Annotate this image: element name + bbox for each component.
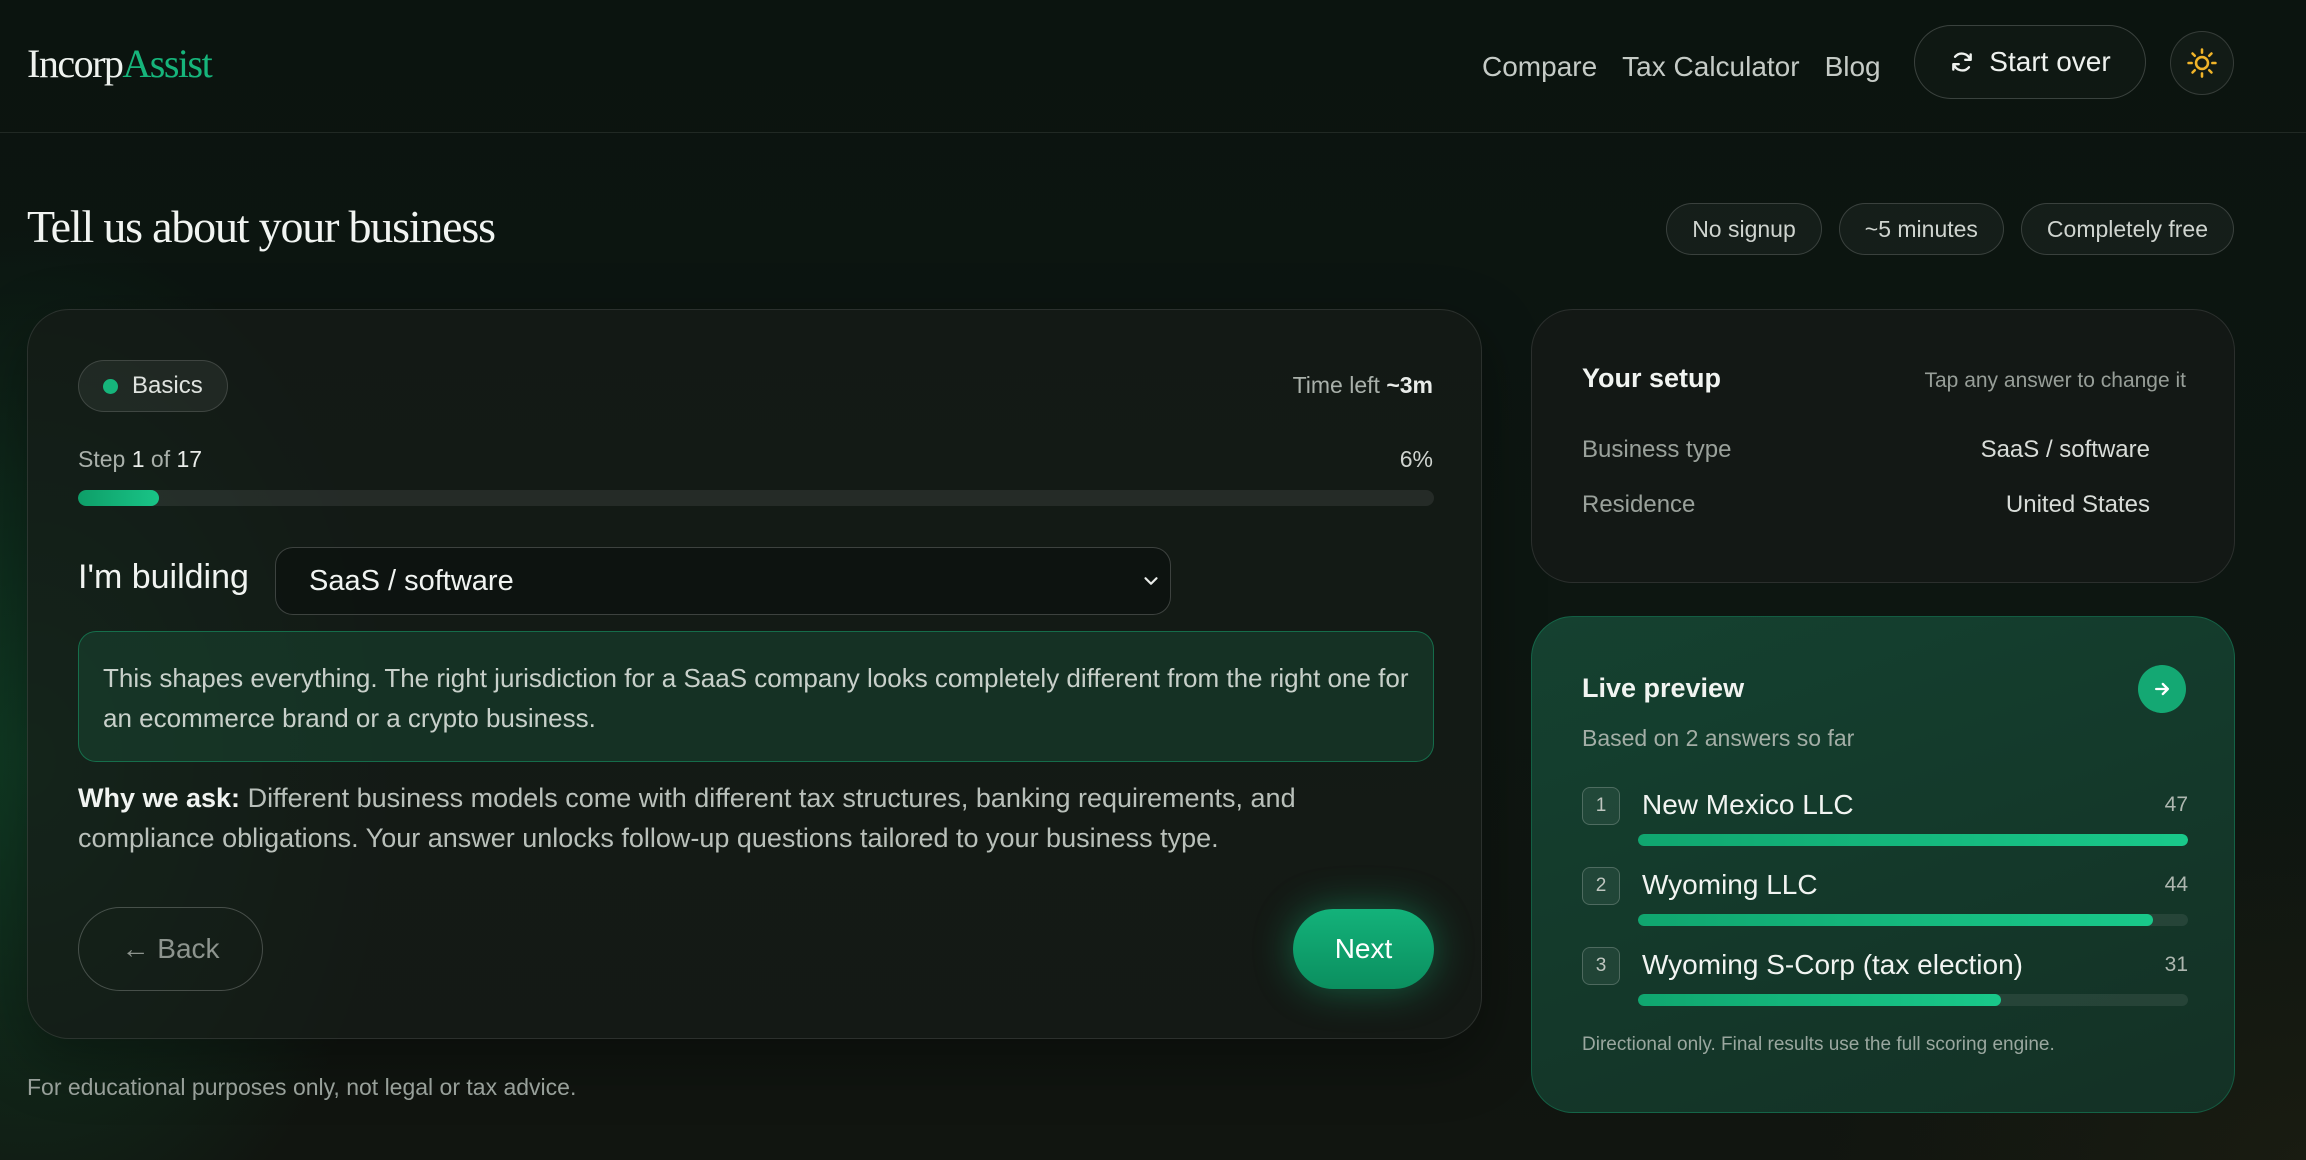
why-we-ask-label: Why we ask: xyxy=(78,783,241,813)
chip-free: Completely free xyxy=(2020,203,2234,255)
step-label: Step xyxy=(78,446,126,472)
refresh-icon xyxy=(1952,52,1973,72)
disclaimer: For educational purposes only, not legal… xyxy=(27,1074,577,1100)
start-over-label: Start over xyxy=(1989,46,2111,77)
result-name: New Mexico LLC xyxy=(1642,789,1854,820)
result-score-bar xyxy=(1638,914,2188,926)
result-row[interactable]: 3 Wyoming S-Corp (tax election) 31 xyxy=(1582,947,2188,1017)
result-row[interactable]: 2 Wyoming LLC 44 xyxy=(1582,867,2188,937)
progress-bar-fill xyxy=(78,490,160,506)
result-score: 31 xyxy=(2164,953,2188,976)
setup-row-value[interactable]: SaaS / software xyxy=(1981,436,2150,464)
result-row[interactable]: 1 New Mexico LLC 47 xyxy=(1582,787,2188,857)
sun-icon xyxy=(2187,48,2217,78)
setup-row-key: Residence xyxy=(1582,491,1696,518)
section-badge: Basics xyxy=(78,360,228,412)
question-card: Basics Time left ~3m Step 1 of 17 6% I'm… xyxy=(27,309,1482,1039)
nav-link-blog[interactable]: Blog xyxy=(1825,51,1881,83)
result-score: 44 xyxy=(2164,873,2188,896)
feature-chips: No signup ~5 minutes Completely free xyxy=(1666,203,2234,255)
nav-link-compare[interactable]: Compare xyxy=(1482,51,1597,83)
next-button[interactable]: Next xyxy=(1293,909,1434,989)
step-of: of xyxy=(150,446,171,472)
start-over-button[interactable]: Start over xyxy=(1914,25,2146,99)
preview-title: Live preview xyxy=(1582,673,1745,703)
result-rank: 3 xyxy=(1582,947,1620,985)
setup-row-value[interactable]: United States xyxy=(2006,491,2150,519)
result-score-bar xyxy=(1638,834,2188,846)
step-total: 17 xyxy=(176,446,203,472)
result-rank: 2 xyxy=(1582,867,1620,905)
why-we-ask: Why we ask: Different business models co… xyxy=(78,778,1434,858)
arrow-right-icon xyxy=(2155,682,2169,696)
result-score-bar-fill xyxy=(1638,834,2188,846)
chip-no-signup: No signup xyxy=(1666,203,1822,255)
page-title: Tell us about your business xyxy=(27,201,496,252)
setup-row-key: Business type xyxy=(1582,436,1732,463)
step-current: 1 xyxy=(131,446,145,472)
top-header: IncorpAssist Compare Tax Calculator Blog… xyxy=(0,0,2306,133)
result-score-bar-fill xyxy=(1638,994,2001,1006)
time-left: Time left ~3m xyxy=(1293,372,1433,399)
chip-duration: ~5 minutes xyxy=(1838,203,2004,255)
result-name: Wyoming S-Corp (tax election) xyxy=(1642,949,2023,980)
progress-percent: 6% xyxy=(1399,446,1433,472)
setup-title: Your setup xyxy=(1582,363,1722,393)
logo[interactable]: IncorpAssist xyxy=(27,40,213,87)
section-label: Basics xyxy=(132,372,203,399)
back-button[interactable]: ← Back xyxy=(78,907,263,991)
result-score-bar-fill xyxy=(1638,914,2153,926)
preview-footnote: Directional only. Final results use the … xyxy=(1582,1034,2055,1055)
result-score-bar xyxy=(1638,994,2188,1006)
logo-primary: Incorp xyxy=(27,41,124,86)
setup-hint: Tap any answer to change it xyxy=(1924,369,2187,392)
progress-bar xyxy=(78,490,1434,506)
business-type-select[interactable]: SaaS / software xyxy=(275,547,1171,615)
preview-open-button[interactable] xyxy=(2138,665,2186,713)
nav-link-tax-calculator[interactable]: Tax Calculator xyxy=(1622,51,1799,83)
time-left-value: ~3m xyxy=(1386,372,1433,398)
question-label: I'm building xyxy=(78,558,249,596)
status-dot-icon xyxy=(103,378,118,394)
chevron-down-icon xyxy=(1144,577,1158,585)
info-callout: This shapes everything. The right jurisd… xyxy=(78,631,1434,762)
preview-subtitle: Based on 2 answers so far xyxy=(1582,725,1855,751)
theme-toggle-button[interactable] xyxy=(2170,31,2234,95)
result-score: 47 xyxy=(2164,793,2188,816)
logo-accent: Assist xyxy=(122,41,212,86)
why-we-ask-text: Different business models come with diff… xyxy=(78,783,1296,853)
result-rank: 1 xyxy=(1582,787,1620,825)
main-nav: Compare Tax Calculator Blog xyxy=(1482,0,1906,133)
setup-summary-card: Your setup Tap any answer to change it B… xyxy=(1531,309,2235,583)
step-indicator: Step 1 of 17 xyxy=(78,446,202,473)
time-left-label: Time left xyxy=(1292,372,1380,398)
live-preview-card: Live preview Based on 2 answers so far 1… xyxy=(1531,616,2235,1113)
result-name: Wyoming LLC xyxy=(1642,869,1818,900)
business-type-select-value: SaaS / software xyxy=(309,564,514,597)
